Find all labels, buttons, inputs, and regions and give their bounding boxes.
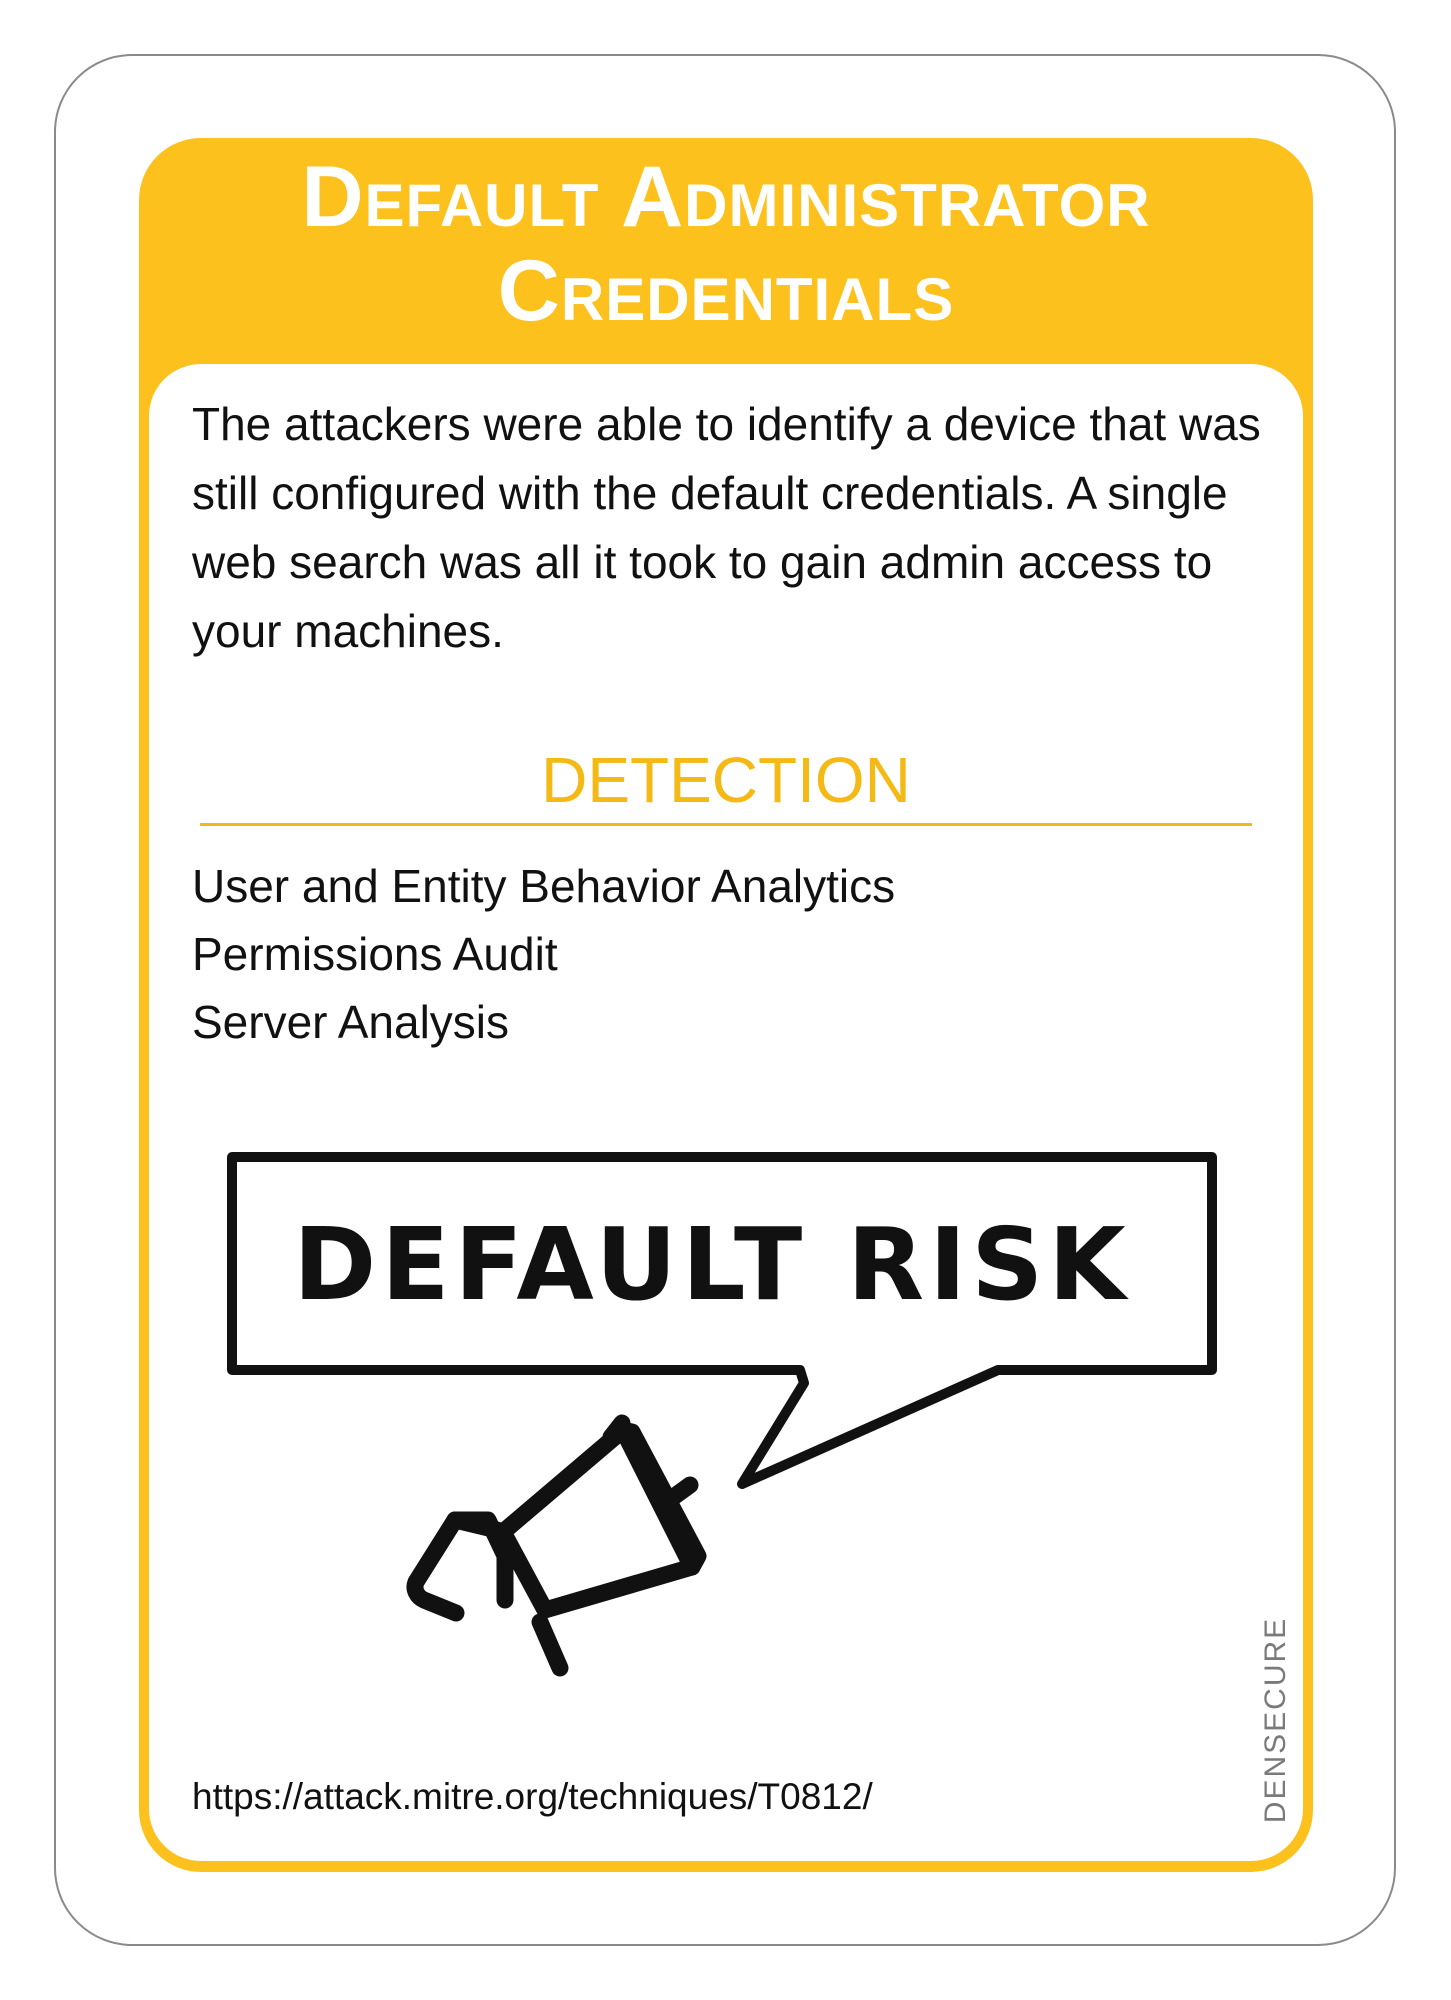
detection-divider	[200, 823, 1252, 826]
brand-mark: DENSECURE	[1259, 1616, 1292, 1824]
detection-item: User and Entity Behavior Analytics	[192, 860, 896, 912]
detection-item: Permissions Audit	[192, 928, 558, 980]
detection-list: User and Entity Behavior Analytics Permi…	[192, 852, 895, 1056]
source-link[interactable]: https://attack.mitre.org/techniques/T081…	[192, 1773, 873, 1821]
card-description: The attackers were able to identify a de…	[192, 398, 1261, 657]
bubble-caption: DEFAULT RISK	[293, 1206, 1131, 1323]
detection-heading: DETECTION	[541, 744, 911, 816]
detection-item: Server Analysis	[192, 996, 510, 1048]
card-title: Default Administrator Credentials	[301, 149, 1151, 339]
